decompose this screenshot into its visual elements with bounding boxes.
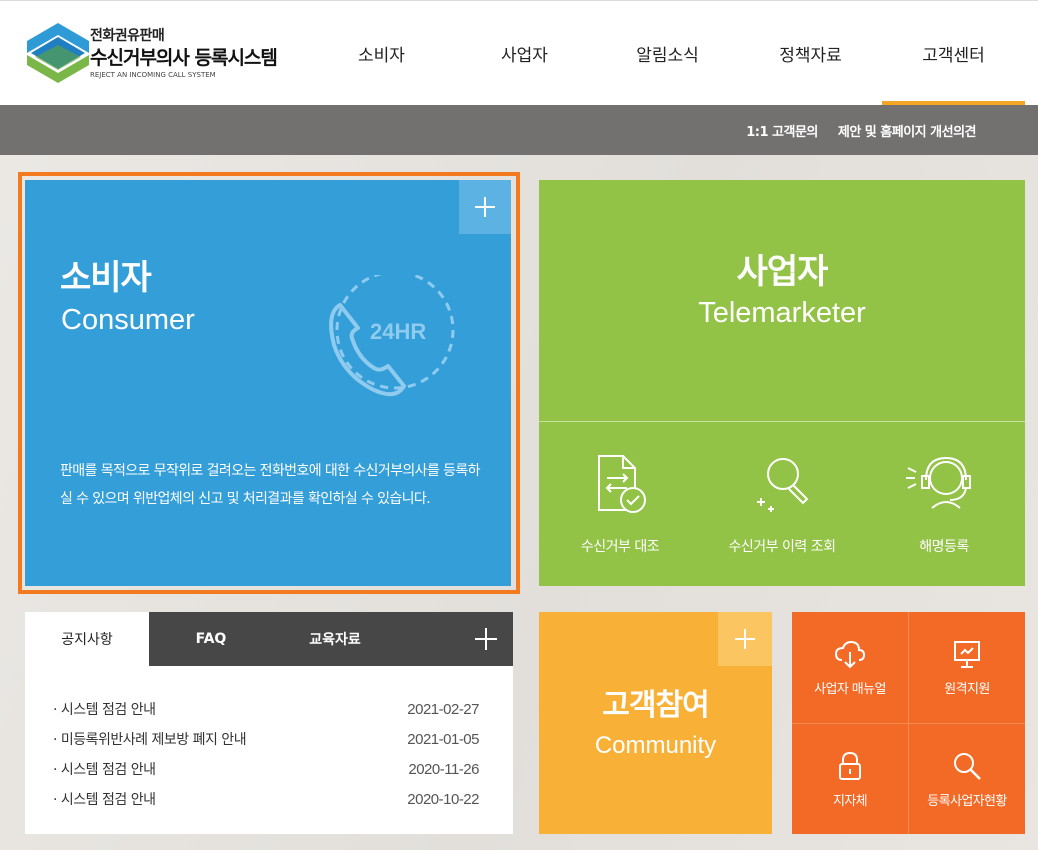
nav-news[interactable]: 알림소식 <box>596 1 739 106</box>
tele-item-compare-label: 수신거부 대조 <box>580 539 660 555</box>
sub-link-inquiry[interactable]: 1:1 고객문의 <box>746 121 818 140</box>
notice-date: 2021-02-27 <box>407 700 479 718</box>
community-card[interactable]: 고객참여 Community <box>539 612 772 834</box>
consumer-subtitle: Consumer <box>61 304 195 336</box>
header: 전화권유판매 수신거부의사 등록시스템 REJECT AN INCOMING C… <box>0 0 1038 106</box>
quick-manual-label: 사업자 매뉴얼 <box>814 682 886 697</box>
main-nav: 소비자 사업자 알림소식 정책자료 고객센터 <box>310 1 1025 106</box>
tele-item-explain[interactable]: 해명등록 <box>864 450 1024 560</box>
consumer-title: 소비자 <box>60 258 152 298</box>
plus-icon <box>735 629 755 649</box>
board-tabs: 공지사항 FAQ 교육자료 <box>25 612 513 666</box>
list-item[interactable]: · 시스템 점검 안내 2020-10-22 <box>53 784 479 814</box>
telemarketer-title: 사업자 <box>736 252 829 292</box>
site-logo[interactable]: 전화권유판매 수신거부의사 등록시스템 REJECT AN INCOMING C… <box>27 23 297 85</box>
notice-title: · 시스템 점검 안내 <box>53 792 156 808</box>
consumer-more-button[interactable] <box>459 180 511 234</box>
nav-business[interactable]: 사업자 <box>453 1 596 106</box>
tab-education[interactable]: 교육자료 <box>273 612 397 666</box>
search-icon <box>954 753 981 780</box>
sub-nav-bar: 1:1 고객문의 제안 및 홈페이지 개선의견 <box>0 105 1038 155</box>
list-item[interactable]: · 시스템 점검 안내 2020-11-26 <box>53 754 479 784</box>
community-more-button[interactable] <box>718 612 772 666</box>
nav-customer-center[interactable]: 고객센터 <box>882 1 1025 106</box>
list-item[interactable]: · 시스템 점검 안내 2021-02-27 <box>53 694 479 724</box>
cloud-download-icon <box>834 640 866 669</box>
headset-agent-icon <box>906 456 971 509</box>
notice-title: · 시스템 점검 안내 <box>53 762 156 778</box>
tab-faq[interactable]: FAQ <box>149 612 273 666</box>
magnifier-icon <box>757 458 809 512</box>
tab-notice[interactable]: 공지사항 <box>25 612 149 666</box>
sub-link-suggestion[interactable]: 제안 및 홈페이지 개선의견 <box>838 121 977 140</box>
quick-registered-label: 등록사업자현황 <box>927 794 1007 809</box>
logo-line2: 수신거부의사 등록시스템 <box>90 47 278 69</box>
badge-24hr: 24HR <box>370 319 426 344</box>
tele-item-compare[interactable]: 수신거부 대조 <box>540 450 700 560</box>
notice-title: · 시스템 점검 안내 <box>53 702 156 718</box>
plus-icon <box>475 197 495 217</box>
nav-consumer[interactable]: 소비자 <box>310 1 453 106</box>
nav-policy[interactable]: 정책자료 <box>739 1 882 106</box>
logo-icon <box>27 23 89 83</box>
quick-local-gov-label: 지자체 <box>832 794 868 809</box>
quick-remote-label: 원격지원 <box>944 682 990 697</box>
quick-registered[interactable]: 등록사업자현황 <box>909 724 1025 835</box>
list-item[interactable]: · 미등록위반사례 제보방 폐지 안내 2021-01-05 <box>53 724 479 754</box>
consumer-description: 판매를 목적으로 무작위로 걸려오는 전화번호에 대한 수신거부의사를 등록하실… <box>60 463 481 507</box>
document-compare-icon <box>598 455 646 513</box>
logo-line1: 전화권유판매 <box>90 28 165 44</box>
monitor-icon <box>954 641 980 668</box>
notice-date: 2021-01-05 <box>407 730 479 748</box>
notice-board: 공지사항 FAQ 교육자료 · 시스템 점검 안내 2021-02-27 · 미… <box>25 612 513 834</box>
tele-item-history-label: 수신거부 이력 조회 <box>728 539 836 555</box>
notice-list: · 시스템 점검 안내 2021-02-27 · 미등록위반사례 제보방 폐지 … <box>53 694 479 814</box>
notice-date: 2020-11-26 <box>408 760 479 778</box>
community-title: 고객참여 <box>602 688 709 723</box>
quick-local-gov[interactable]: 지자체 <box>792 724 908 835</box>
phone-24hr-icon: 24HR <box>329 275 455 397</box>
telemarketer-subtitle: Telemarketer <box>698 297 866 329</box>
telemarketer-card: 사업자 Telemarketer 수신거부 대조 수신거부 이력 조회 해명등록 <box>539 180 1025 586</box>
notice-date: 2020-10-22 <box>407 790 479 808</box>
divider <box>539 421 1025 422</box>
quick-links: 사업자 매뉴얼 원격지원 지자체 등록사업자현황 <box>792 612 1025 834</box>
notice-title: · 미등록위반사례 제보방 폐지 안내 <box>53 732 247 748</box>
logo-line3: REJECT AN INCOMING CALL SYSTEM <box>90 71 216 79</box>
quick-manual[interactable]: 사업자 매뉴얼 <box>792 612 908 723</box>
community-subtitle: Community <box>594 732 717 759</box>
plus-icon[interactable] <box>473 626 499 652</box>
telemarketer-card-link[interactable]: 사업자 Telemarketer <box>539 180 1025 421</box>
lock-icon <box>839 751 861 780</box>
quick-remote[interactable]: 원격지원 <box>909 612 1025 723</box>
consumer-card[interactable]: 소비자 Consumer 24HR 판매를 목적으로 무작위로 걸려오는 전화번… <box>25 180 511 586</box>
tele-item-history[interactable]: 수신거부 이력 조회 <box>702 450 862 560</box>
tele-item-explain-label: 해명등록 <box>919 539 969 555</box>
